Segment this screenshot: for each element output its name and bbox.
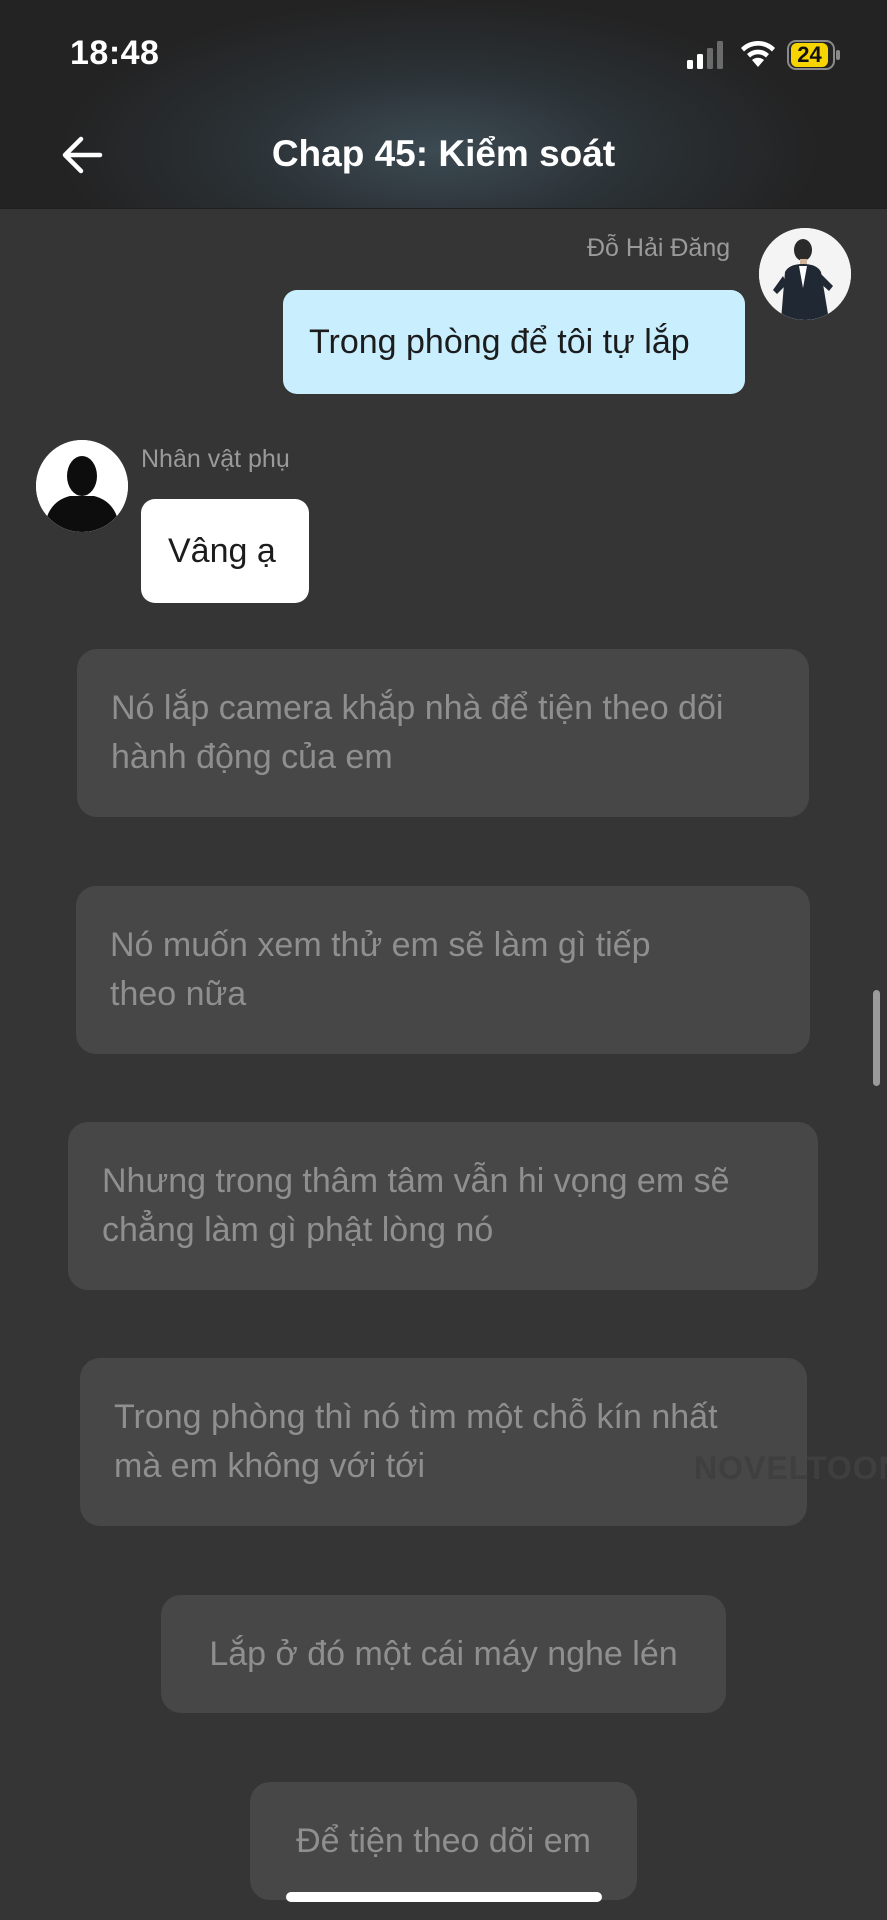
narration-line: theo nữa	[110, 975, 247, 1013]
narration-block: Nó lắp camera khắp nhà để tiện theo dõi …	[77, 649, 809, 817]
silhouette-icon	[36, 440, 128, 532]
status-time: 18:48	[70, 34, 160, 72]
avatar-side-character[interactable]	[36, 440, 128, 532]
narration-line: Nhưng trong thâm tâm vẫn hi vọng em sẽ	[102, 1162, 730, 1200]
avatar-main-character[interactable]	[759, 228, 851, 320]
narration-block: Lắp ở đó một cái máy nghe lén	[161, 1595, 726, 1713]
narration-line: mà em không với tới	[114, 1447, 426, 1485]
wifi-icon	[741, 40, 775, 67]
message-bubble-outgoing: Trong phòng để tôi tự lắp	[283, 290, 745, 394]
arrow-left-icon	[62, 136, 103, 174]
narration-line: Trong phòng thì nó tìm một chỗ kín nhất	[114, 1398, 718, 1436]
narration-line: chẳng làm gì phật lòng nó	[102, 1211, 494, 1249]
home-indicator[interactable]	[286, 1892, 602, 1902]
header-bar: 18:48 24 Chap 45: Kiểm soát	[0, 0, 887, 209]
scrollbar[interactable]	[873, 990, 880, 1086]
message-bubble-incoming: Vâng ạ	[141, 499, 309, 603]
man-in-suit-icon	[759, 228, 851, 320]
back-button[interactable]	[58, 130, 108, 180]
narration-block: Trong phòng thì nó tìm một chỗ kín nhất …	[80, 1358, 807, 1526]
noveltoon-watermark: NOVELTOON	[694, 1450, 887, 1486]
battery-level: 24	[791, 43, 828, 67]
narration-block: Nhưng trong thâm tâm vẫn hi vọng em sẽ c…	[68, 1122, 818, 1290]
sender-name-side: Nhân vật phụ	[141, 445, 290, 473]
narration-line: Nó lắp camera khắp nhà để tiện theo dõi	[111, 689, 724, 727]
chapter-title: Chap 45: Kiểm soát	[271, 133, 616, 174]
sender-name-main: Đỗ Hải Đăng	[587, 234, 731, 262]
narration-line: hành động của em	[111, 738, 393, 776]
cellular-signal-icon	[687, 41, 723, 69]
narration-block: Nó muốn xem thử em sẽ làm gì tiếp theo n…	[76, 886, 810, 1054]
narration-line: Nó muốn xem thử em sẽ làm gì tiếp	[110, 926, 651, 964]
narration-block: Để tiện theo dõi em	[250, 1782, 637, 1900]
